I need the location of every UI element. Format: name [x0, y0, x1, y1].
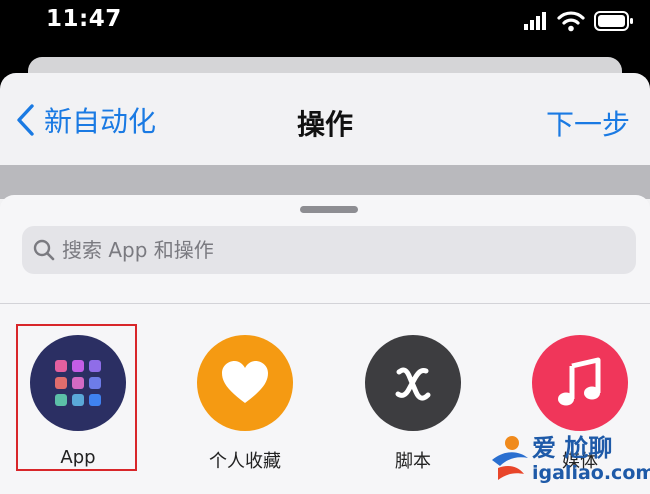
category-label: 个人收藏	[209, 451, 281, 472]
sheet-grabber-handle[interactable]	[300, 206, 358, 213]
watermark-logo-icon	[492, 436, 528, 480]
category-scripting[interactable]: 脚本	[353, 335, 473, 473]
music-note-icon	[532, 335, 628, 431]
selection-highlight	[16, 324, 137, 471]
divider	[0, 303, 650, 304]
watermark-title: 爱 尬聊	[532, 434, 613, 462]
status-bar: 11:47	[0, 0, 650, 44]
watermark-url: igaliao.com	[532, 462, 650, 484]
category-favorites[interactable]: 个人收藏	[185, 335, 305, 473]
search-input[interactable]	[62, 238, 622, 262]
status-time: 11:47	[46, 6, 122, 32]
battery-icon	[594, 11, 633, 31]
navigation-bar: 新自动化 操作 下一步	[0, 73, 650, 165]
wifi-icon	[557, 11, 585, 32]
next-button[interactable]: 下一步	[546, 103, 630, 143]
category-label: 脚本	[395, 451, 431, 472]
sheet-backdrop	[0, 165, 650, 199]
watermark: 爱 尬聊 igaliao.com	[484, 428, 650, 492]
search-icon	[33, 239, 55, 261]
signal-icon	[524, 12, 546, 30]
script-x-icon	[365, 335, 461, 431]
heart-icon	[197, 335, 293, 431]
search-bar[interactable]	[22, 226, 636, 274]
